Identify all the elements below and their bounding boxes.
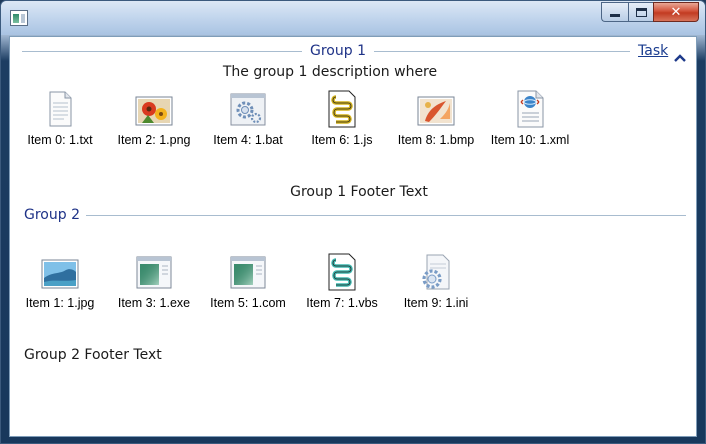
image-flowers-icon — [134, 89, 174, 129]
group-2-header-label: Group 2 — [24, 207, 80, 223]
close-icon: ✕ — [670, 4, 682, 20]
list-item-label: Item 1: 1.jpg — [25, 296, 95, 310]
list-item[interactable]: Item 6: 1.js — [295, 89, 389, 147]
landscape-image-icon — [40, 252, 80, 292]
minimize-button[interactable] — [601, 2, 628, 22]
application-window: ✕ Group 1 Task The group 1 description w… — [0, 0, 706, 444]
list-item[interactable]: Item 1: 1.jpg — [13, 252, 107, 310]
xml-document-icon — [510, 89, 550, 129]
list-item-label: Item 6: 1.js — [311, 133, 373, 147]
list-item-label: Item 0: 1.txt — [27, 133, 93, 147]
group-1-header-line-left — [22, 50, 302, 52]
list-item[interactable]: Item 7: 1.vbs — [295, 252, 389, 310]
script-icon — [322, 89, 362, 129]
list-view[interactable]: Group 1 Task The group 1 description whe… — [9, 36, 697, 437]
group-2-items: Item 1: 1.jpg Item 3: 1.exe Item 5: 1.co… — [13, 252, 483, 310]
group-2-footer: Group 2 Footer Text — [24, 347, 162, 363]
list-item[interactable]: Item 4: 1.bat — [201, 89, 295, 147]
executable-window-icon — [134, 252, 174, 292]
list-item[interactable]: Item 2: 1.png — [107, 89, 201, 147]
group-1-footer: Group 1 Footer Text — [290, 184, 428, 200]
group-1-header[interactable]: Group 1 — [22, 43, 630, 59]
list-item-label: Item 5: 1.com — [210, 296, 286, 310]
group-1-header-label: Group 1 — [310, 43, 366, 59]
group-1-task-link[interactable]: Task — [638, 43, 668, 59]
close-button[interactable]: ✕ — [653, 2, 699, 22]
minimize-icon — [610, 14, 620, 17]
list-item-label: Item 4: 1.bat — [213, 133, 283, 147]
list-item[interactable]: Item 5: 1.com — [201, 252, 295, 310]
list-item[interactable]: Item 8: 1.bmp — [389, 89, 483, 147]
list-item-label: Item 2: 1.png — [117, 133, 191, 147]
maximize-icon — [635, 7, 647, 17]
group-1-items: Item 0: 1.txt Item 2: 1.png Item 4: 1.ba… — [13, 89, 577, 147]
title-bar[interactable]: ✕ — [1, 1, 705, 35]
group-2-header-line — [85, 214, 686, 216]
group-2-header[interactable]: Group 2 — [24, 207, 686, 223]
list-item-label: Item 3: 1.exe — [117, 296, 191, 310]
executable-window-icon — [228, 252, 268, 292]
app-icon[interactable] — [10, 10, 28, 26]
batch-gear-icon — [228, 89, 268, 129]
list-item-label: Item 8: 1.bmp — [397, 133, 475, 147]
list-item[interactable]: Item 0: 1.txt — [13, 89, 107, 147]
list-item[interactable]: Item 10: 1.xml — [483, 89, 577, 147]
list-item[interactable]: Item 3: 1.exe — [107, 252, 201, 310]
list-item-label: Item 10: 1.xml — [490, 133, 570, 147]
text-file-icon — [40, 89, 80, 129]
settings-file-icon — [416, 252, 456, 292]
list-item[interactable]: Item 9: 1.ini — [389, 252, 483, 310]
group-1-header-line-right — [373, 50, 630, 52]
group-1-description: The group 1 description where — [222, 64, 438, 80]
collapse-chevron-up-icon[interactable] — [673, 53, 687, 63]
paint-icon — [416, 89, 456, 129]
script-icon — [322, 252, 362, 292]
list-item-label: Item 7: 1.vbs — [306, 296, 378, 310]
maximize-button[interactable] — [628, 2, 653, 22]
list-item-label: Item 9: 1.ini — [403, 296, 469, 310]
caption-buttons: ✕ — [601, 2, 699, 24]
